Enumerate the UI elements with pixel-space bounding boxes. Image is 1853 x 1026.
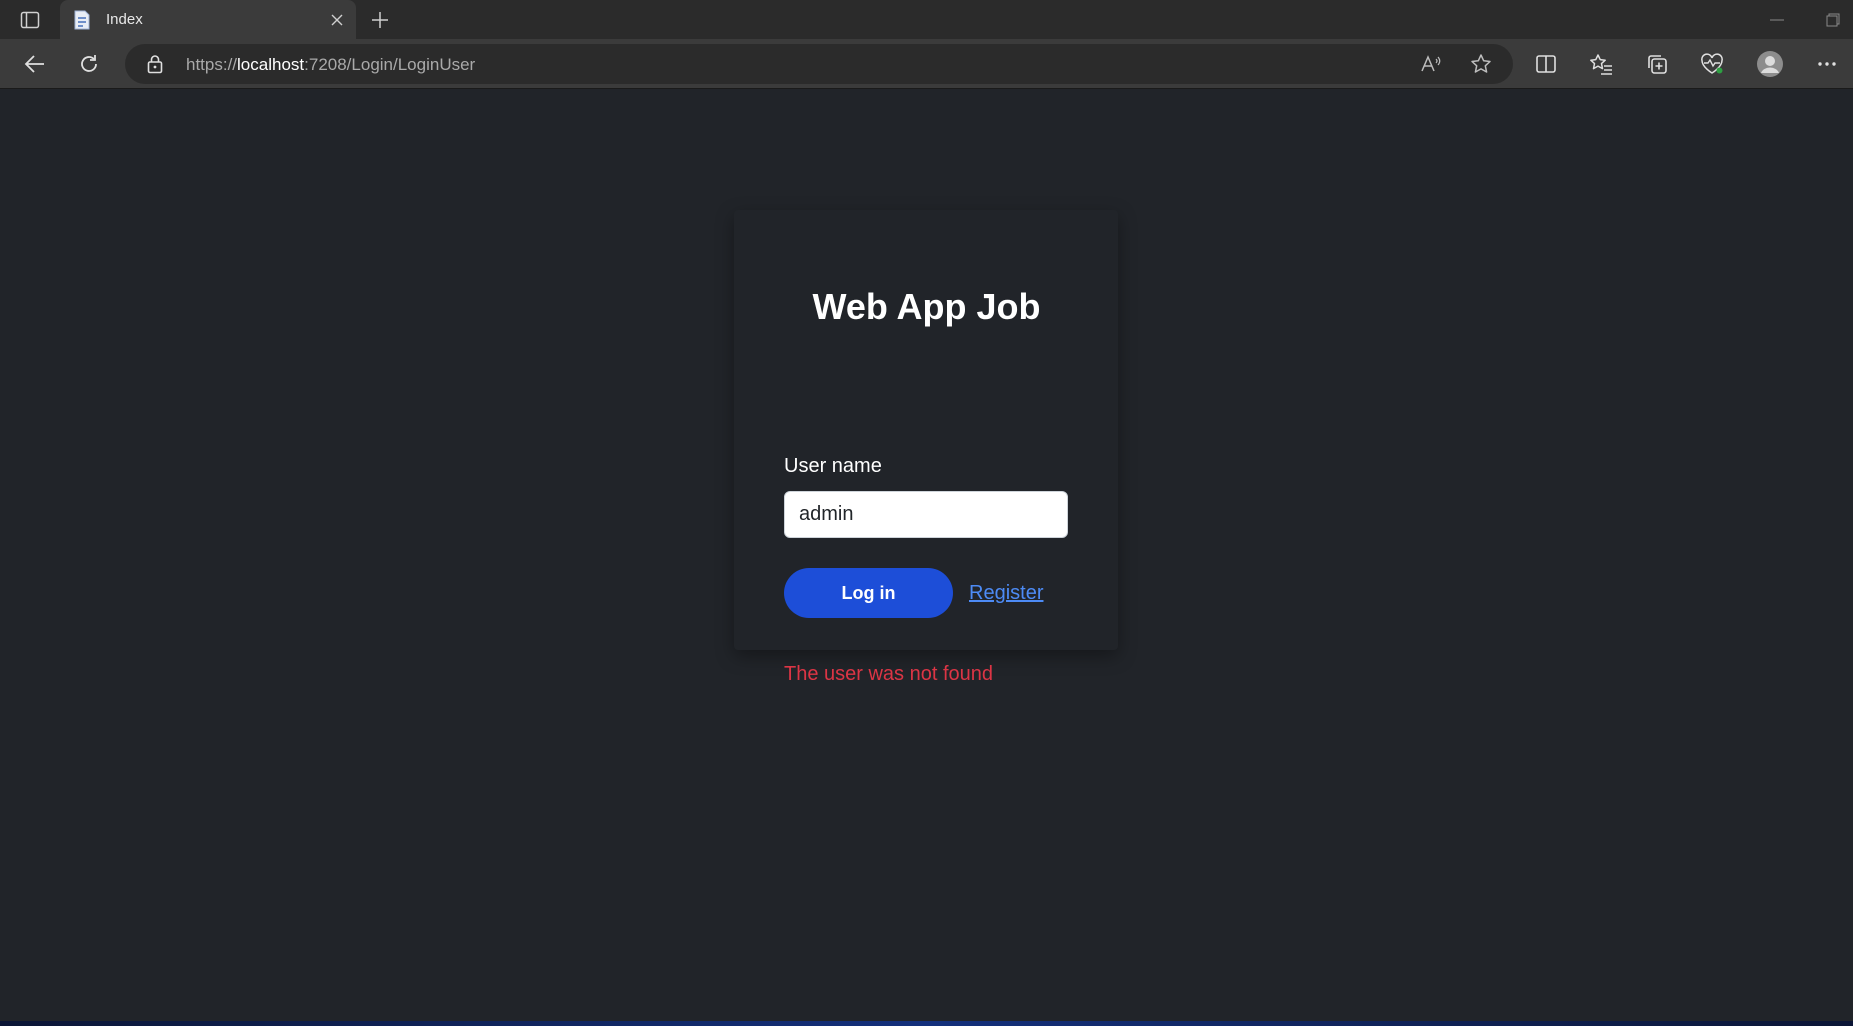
- more-icon[interactable]: [1810, 49, 1844, 79]
- browser-essentials-icon[interactable]: [1695, 49, 1729, 79]
- lock-icon[interactable]: [145, 54, 165, 74]
- url-text[interactable]: https://localhost:7208/Login/LoginUser: [186, 55, 475, 75]
- restore-icon[interactable]: [1818, 10, 1848, 30]
- read-aloud-icon[interactable]: [1417, 51, 1445, 77]
- error-message: The user was not found: [784, 663, 994, 685]
- minimize-icon[interactable]: [1762, 10, 1792, 30]
- username-label: User name: [784, 455, 882, 477]
- login-button[interactable]: Log in: [784, 568, 953, 618]
- favorite-star-icon[interactable]: [1467, 51, 1495, 77]
- favorites-icon[interactable]: [1584, 49, 1618, 79]
- url-scheme: https://: [186, 55, 238, 74]
- refresh-icon[interactable]: [72, 49, 106, 79]
- username-input[interactable]: [784, 491, 1068, 538]
- profile-icon[interactable]: [1753, 49, 1787, 79]
- register-link[interactable]: Register: [969, 582, 1043, 605]
- page-icon: [72, 10, 92, 30]
- close-icon[interactable]: [328, 11, 346, 29]
- split-screen-icon[interactable]: [1529, 49, 1563, 79]
- new-tab-icon[interactable]: [366, 7, 394, 33]
- taskbar-edge: [0, 1021, 1853, 1026]
- browser-tab-active[interactable]: Index: [60, 0, 356, 39]
- tab-title: Index: [106, 11, 143, 28]
- collections-icon[interactable]: [1640, 49, 1674, 79]
- address-bar[interactable]: https://localhost:7208/Login/LoginUser: [125, 44, 1513, 84]
- back-icon[interactable]: [18, 49, 52, 79]
- url-path: :7208/Login/LoginUser: [304, 55, 476, 74]
- url-host: localhost: [237, 55, 305, 74]
- browser-toolbar: https://localhost:7208/Login/LoginUser: [0, 39, 1853, 89]
- page-title: Web App Job: [812, 286, 1041, 327]
- tab-actions-icon[interactable]: [16, 8, 44, 32]
- browser-tabstrip: Index: [0, 0, 1853, 39]
